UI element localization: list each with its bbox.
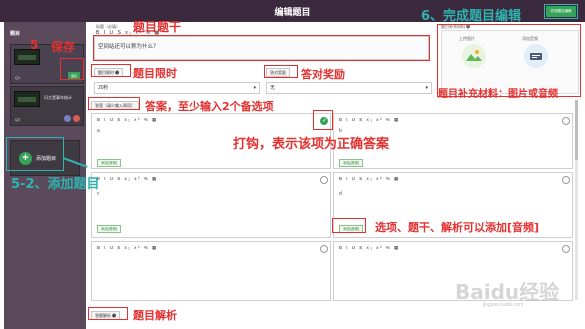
- option-format-toolbar[interactable]: B I U S x₂ x² % ▦: [339, 117, 400, 123]
- option-e[interactable]: B I U S x₂ x² % ▦: [91, 241, 331, 301]
- annotation-reward: 答对奖励: [301, 68, 345, 81]
- annotation-correct: 打钩，表示该项为正确答案: [233, 137, 390, 152]
- option-letter: a: [97, 128, 100, 134]
- question-card-2[interactable]: 闪大是事年结计 Q2: [10, 86, 84, 126]
- annotation-audio: 选项、题干、解析可以添加[音频]: [375, 221, 540, 234]
- correct-answer-checkbox[interactable]: [320, 176, 328, 184]
- annotation-stem-box: [93, 35, 430, 61]
- question-thumbnail: [14, 91, 40, 107]
- time-limit-value: 20秒: [98, 85, 109, 91]
- option-format-toolbar[interactable]: B I U S x₂ x² % ▦: [339, 245, 400, 251]
- time-limit-select[interactable]: 20秒 ▾: [94, 82, 260, 94]
- option-c[interactable]: B I U S x₂ x² % ▦ c 添加[音频]: [91, 172, 331, 238]
- baidu-watermark: Baidu经验 jingyan.baidu.com: [455, 276, 575, 316]
- correct-answer-checkbox[interactable]: [562, 176, 570, 184]
- chevron-down-icon: ▾: [425, 85, 428, 91]
- option-format-toolbar[interactable]: B I U S x₂ x² % ▦: [97, 245, 158, 251]
- annotation-answers: 答案，至少输入2个备选项: [145, 100, 274, 113]
- annotation-add-question: 5-2、添加题目: [11, 177, 100, 192]
- annotation-save-box: [60, 58, 84, 80]
- annotation-reward-box: [264, 65, 298, 78]
- annotation-answer-box: [88, 97, 140, 110]
- watermark-url: jingyan.baidu.com: [483, 302, 524, 308]
- copy-icon[interactable]: [64, 115, 71, 122]
- question-number: Q1: [15, 75, 21, 80]
- annotation-time-box: [91, 64, 131, 77]
- sidebar-heading: 题目: [10, 31, 21, 37]
- annotation-stem: 题目题干: [133, 20, 182, 34]
- correct-answer-checkbox[interactable]: [562, 245, 570, 253]
- annotation-save: 保存: [51, 40, 76, 54]
- question-preview-text: 闪大是事年结计: [44, 95, 72, 100]
- annotation-finish: 6、完成题目编辑: [421, 9, 522, 24]
- option-format-toolbar[interactable]: B I U S x₂ x² % ▦: [97, 117, 158, 123]
- watermark-text: Baidu经验: [455, 280, 560, 304]
- option-format-toolbar[interactable]: B I U S x₂ x² % ▦: [339, 176, 400, 182]
- correct-answer-checkbox[interactable]: [320, 245, 328, 253]
- option-format-toolbar[interactable]: B I U S x₂ x² % ▦: [97, 176, 158, 182]
- annotation-material: 题目补充材料：图片或音频: [438, 89, 558, 100]
- screen: 编辑题目 完成题目编辑 题目 Q1 保存 闪大是事年结计 Q2 + 添加题目 标…: [0, 0, 585, 329]
- annotation-step5: 5: [30, 38, 39, 52]
- annotation-explanation-box: [88, 307, 128, 320]
- annotation-explanation: 题目解析: [133, 309, 177, 322]
- option-add-audio-button[interactable]: 添加[音频]: [97, 225, 121, 233]
- delete-icon[interactable]: [73, 115, 80, 122]
- scrollbar[interactable]: [575, 100, 578, 300]
- annotation-check-box: [313, 110, 333, 130]
- option-letter: d: [339, 191, 342, 197]
- option-add-audio-button[interactable]: 添加[音频]: [97, 159, 121, 167]
- annotation-time-limit: 题目限时: [133, 67, 177, 80]
- question-number: Q2: [15, 117, 21, 122]
- chevron-down-icon: ▾: [253, 85, 256, 91]
- reward-select[interactable]: 无 ▾: [266, 82, 432, 94]
- annotation-add-box: [6, 137, 64, 171]
- annotation-audio-box: [332, 218, 366, 233]
- annotation-finish-box: [544, 4, 578, 19]
- reward-value: 无: [270, 85, 276, 91]
- option-add-audio-button[interactable]: 添加[音频]: [339, 159, 363, 167]
- correct-answer-checkbox[interactable]: [562, 117, 570, 125]
